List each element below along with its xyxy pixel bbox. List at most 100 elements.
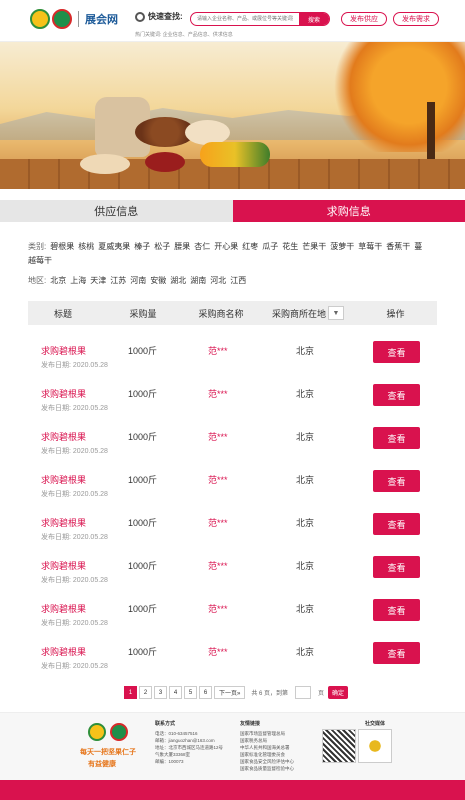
row-buyer: 范*** xyxy=(208,432,228,442)
contact-line: 邮编：100073 xyxy=(155,759,184,764)
friend-link[interactable]: 国家标准化管理委员会 xyxy=(240,751,320,758)
page-number-button[interactable]: 3 xyxy=(154,686,167,699)
category-item[interactable]: 草莓干 xyxy=(358,242,382,251)
row-qty: 1000斤 xyxy=(128,604,158,614)
friend-link[interactable]: 国家市场监督管理总局 xyxy=(240,730,320,737)
hero-banner xyxy=(0,42,465,189)
view-button[interactable]: 查看 xyxy=(373,470,420,492)
contact-line: 地址：北京市西城区马连道路12号 xyxy=(155,745,224,750)
date-prefix: 发布日期: xyxy=(41,448,71,455)
view-button[interactable]: 查看 xyxy=(373,513,420,535)
col-location-label: 采购商所在地 xyxy=(271,308,326,319)
view-button[interactable]: 查看 xyxy=(373,599,420,621)
category-item[interactable]: 榛子 xyxy=(134,242,150,251)
friend-link[interactable]: 国家食品质量监督检验中心 xyxy=(240,765,320,772)
category-item[interactable]: 腰果 xyxy=(174,242,190,251)
friend-link[interactable]: 国家税务总局 xyxy=(240,737,320,744)
category-item[interactable]: 红枣 xyxy=(242,242,258,251)
page-number-button[interactable]: 5 xyxy=(184,686,197,699)
jump-page-input[interactable] xyxy=(295,686,312,699)
view-button[interactable]: 查看 xyxy=(373,341,420,363)
category-item[interactable]: 菠萝干 xyxy=(330,242,354,251)
row-title-link[interactable]: 求购碧根果 xyxy=(41,387,86,400)
row-title-link[interactable]: 求购碧根果 xyxy=(41,602,86,615)
date-value: 2020.05.28 xyxy=(72,405,108,412)
view-button[interactable]: 查看 xyxy=(373,427,420,449)
row-title-link[interactable]: 求购碧根果 xyxy=(41,473,86,486)
category-item[interactable]: 开心果 xyxy=(214,242,238,251)
page-number-button[interactable]: 2 xyxy=(139,686,152,699)
category-item[interactable]: 花生 xyxy=(282,242,298,251)
logo-seal-icon xyxy=(52,9,72,29)
row-date: 发布日期: 2020.05.28 xyxy=(41,403,108,413)
jump-confirm-button[interactable]: 确定 xyxy=(328,686,349,699)
region-item[interactable]: 河南 xyxy=(130,276,146,285)
row-buyer: 范*** xyxy=(208,518,228,528)
date-prefix: 发布日期: xyxy=(41,491,71,498)
table-row: 求购碧根果 发布日期: 2020.05.28 1000斤 范*** 北京 查看 xyxy=(28,598,437,641)
footer-badge-icon xyxy=(88,723,106,741)
view-button[interactable]: 查看 xyxy=(373,556,420,578)
region-item[interactable]: 天津 xyxy=(90,276,106,285)
search-input[interactable] xyxy=(191,13,299,25)
site-logo[interactable]: 展会网 xyxy=(30,9,118,29)
table-row: 求购碧根果 发布日期: 2020.05.28 1000斤 范*** 北京 查看 xyxy=(28,426,437,469)
row-title-link[interactable]: 求购碧根果 xyxy=(41,559,86,572)
publish-supply-button[interactable]: 发布供应 xyxy=(341,12,387,26)
category-item[interactable]: 瓜子 xyxy=(262,242,278,251)
row-date: 发布日期: 2020.05.28 xyxy=(41,360,108,370)
footer-seal-icon xyxy=(110,723,128,741)
category-item[interactable]: 碧根果 xyxy=(50,242,74,251)
category-item[interactable]: 杏仁 xyxy=(194,242,210,251)
region-item[interactable]: 江西 xyxy=(230,276,246,285)
table-row: 求购碧根果 发布日期: 2020.05.28 1000斤 范*** 北京 查看 xyxy=(28,512,437,555)
row-title-link[interactable]: 求购碧根果 xyxy=(41,430,86,443)
date-value: 2020.05.28 xyxy=(72,491,108,498)
footer-logo: 每天一把坚果仁子 有益健康 xyxy=(80,723,140,771)
search-button[interactable]: 搜索 xyxy=(299,13,329,25)
row-location: 北京 xyxy=(296,604,315,614)
row-title-link[interactable]: 求购碧根果 xyxy=(41,344,86,357)
publish-demand-button[interactable]: 发布需求 xyxy=(393,12,439,26)
category-item[interactable]: 核桃 xyxy=(78,242,94,251)
next-page-button[interactable]: 下一页» xyxy=(214,686,246,699)
row-qty: 1000斤 xyxy=(128,346,158,356)
col-op: 操作 xyxy=(386,308,405,319)
page-number-button[interactable]: 1 xyxy=(124,686,137,699)
row-title-link[interactable]: 求购碧根果 xyxy=(41,645,86,658)
view-button[interactable]: 查看 xyxy=(373,384,420,406)
date-prefix: 发布日期: xyxy=(41,362,71,369)
friend-link[interactable]: 国家食品安全风险评估中心 xyxy=(240,758,320,765)
category-item[interactable]: 香蕉干 xyxy=(386,242,410,251)
category-item[interactable]: 松子 xyxy=(154,242,170,251)
view-button[interactable]: 查看 xyxy=(373,642,420,664)
row-date: 发布日期: 2020.05.28 xyxy=(41,489,108,499)
table-row: 求购碧根果 发布日期: 2020.05.28 1000斤 范*** 北京 查看 xyxy=(28,383,437,426)
info-tabs: 供应信息 求购信息 xyxy=(0,200,465,222)
page-number-button[interactable]: 4 xyxy=(169,686,182,699)
category-item[interactable]: 夏威夷果 xyxy=(98,242,130,251)
row-location: 北京 xyxy=(296,475,315,485)
footer-contact: 联系方式 电话：010-63457516 邮箱：jianguozhan@163.c… xyxy=(155,721,235,765)
region-item[interactable]: 上海 xyxy=(70,276,86,285)
region-item[interactable]: 河北 xyxy=(210,276,226,285)
page-number-button[interactable]: 6 xyxy=(199,686,212,699)
tab-demand[interactable]: 求购信息 xyxy=(232,200,465,222)
region-item[interactable]: 湖北 xyxy=(170,276,186,285)
category-item[interactable]: 芒果干 xyxy=(302,242,326,251)
location-dropdown-icon[interactable]: ▼ xyxy=(328,306,344,320)
region-item[interactable]: 江苏 xyxy=(110,276,126,285)
row-location: 北京 xyxy=(296,647,315,657)
date-value: 2020.05.28 xyxy=(72,362,108,369)
region-item[interactable]: 北京 xyxy=(50,276,66,285)
pagination: 123456 下一页» 共 6 页，到第 页 确定 xyxy=(124,686,349,699)
col-buyer: 采购商名称 xyxy=(198,308,244,319)
row-buyer: 范*** xyxy=(208,604,228,614)
friend-link[interactable]: 中华人民共和国海关总署 xyxy=(240,744,320,751)
banner-fruit xyxy=(200,142,270,167)
footer-slogan-2: 有益健康 xyxy=(88,761,116,768)
row-title-link[interactable]: 求购碧根果 xyxy=(41,516,86,529)
region-item[interactable]: 安徽 xyxy=(150,276,166,285)
region-item[interactable]: 湖南 xyxy=(190,276,206,285)
tab-supply[interactable]: 供应信息 xyxy=(0,200,233,222)
